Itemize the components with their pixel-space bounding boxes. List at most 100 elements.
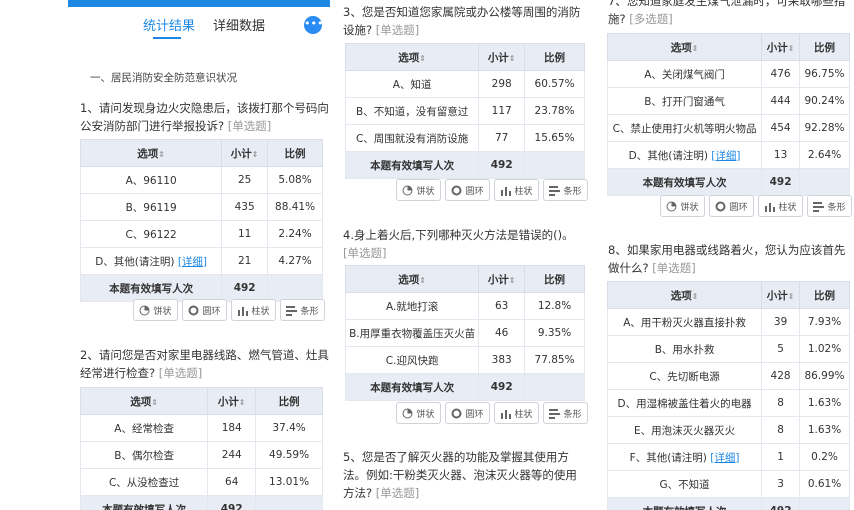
- detail-link[interactable]: [详细]: [710, 452, 739, 464]
- pie-chart-button[interactable]: 饼状: [133, 299, 178, 321]
- table-row: C、先切断电源 428 86.99%: [606, 362, 850, 390]
- sort-icon[interactable]: ⇕: [419, 54, 426, 63]
- total-row: 本题有效填写人次492: [344, 373, 585, 401]
- question-5: 5、您是否了解灭火器的功能及掌握其使用方法。例如:干粉类灭火器、泡沫灭火器等的使…: [343, 448, 588, 502]
- col-header-option[interactable]: 选项⇕: [79, 139, 223, 167]
- table-row: B、不知道，没有留意过 117 23.78%: [344, 97, 585, 125]
- sort-icon[interactable]: ⇕: [419, 276, 426, 285]
- column-2: 3、您是否知道您家属院或办公楼等周围的消防设施? [单选题] 选项⇕ 小计⇕ 比…: [339, 0, 592, 510]
- bar-chart-button[interactable]: 柱状: [758, 195, 803, 217]
- column-3: 7、您知道家庭发生煤气泄漏时，可采取哪些措施? [多选题] 选项⇕ 小计⇕ 比例…: [602, 0, 854, 510]
- result-table-q4: 选项⇕ 小计⇕ 比例 A.就地打滚 63 12.8% B.用厚重衣物覆盖压灭火苗 46…: [344, 265, 585, 401]
- col-header-count[interactable]: 小计⇕: [761, 281, 801, 309]
- col-header-count[interactable]: 小计⇕: [478, 43, 526, 71]
- tab-detail[interactable]: 详细数据: [213, 15, 265, 34]
- question-2: 2、请问您是否对家里电器线路、燃气管道、灶具经常进行检查? [单选题]: [80, 346, 330, 382]
- question-type-tag: [单选题]: [652, 261, 696, 275]
- detail-link[interactable]: [详细]: [178, 256, 207, 268]
- sort-icon[interactable]: ⇕: [509, 276, 516, 285]
- chart-buttons-q7: 饼状 圆环 柱状 条形: [660, 195, 852, 217]
- col-header-option[interactable]: 选项⇕: [344, 43, 480, 71]
- col-header-ratio: 比例: [524, 43, 585, 71]
- sort-icon[interactable]: ⇕: [252, 150, 259, 159]
- col-header-option[interactable]: 选项⇕: [606, 281, 763, 309]
- col-header-ratio: 比例: [267, 139, 323, 167]
- table-row: A、用干粉灭火器直接扑救 39 7.93%: [606, 308, 850, 336]
- question-type-tag: [多选题]: [629, 12, 673, 26]
- sort-icon[interactable]: ⇕: [788, 292, 795, 301]
- ring-chart-icon: [451, 408, 462, 418]
- result-table-q3: 选项⇕ 小计⇕ 比例 A、知道 298 60.57% B、不知道，没有留意过 117 2…: [344, 43, 585, 179]
- pie-chart-button[interactable]: 饼状: [660, 195, 705, 217]
- result-table-q7: 选项⇕ 小计⇕ 比例 A、关闭煤气阀门 476 96.75% B、打开门窗通气 444…: [606, 33, 850, 196]
- sort-icon[interactable]: ⇕: [692, 292, 699, 301]
- question-text: 1、请问发现身边火灾隐患后，该拨打那个号码向公安消防部门进行举报投诉?: [80, 101, 329, 133]
- sort-icon[interactable]: ⇕: [509, 54, 516, 63]
- question-4: 4.身上着火后,下列哪种灭火方法是错误的()。 [单选题]: [343, 226, 588, 262]
- table-row: C、96122 11 2.24%: [79, 220, 323, 248]
- col-header-count[interactable]: 小计⇕: [761, 33, 801, 61]
- sort-icon[interactable]: ⇕: [151, 398, 158, 407]
- question-text: 2、请问您是否对家里电器线路、燃气管道、灶具经常进行检查?: [80, 348, 329, 380]
- bar-chart-button[interactable]: 柱状: [231, 299, 276, 321]
- col-header-count[interactable]: 小计⇕: [207, 387, 257, 415]
- ring-chart-icon: [188, 305, 199, 315]
- table-row: C、从没检查过 64 13.01%: [79, 468, 323, 496]
- col-header-option[interactable]: 选项⇕: [79, 387, 209, 415]
- table-row: B、偶尔检查 244 49.59%: [79, 441, 323, 469]
- table-row: A、关闭煤气阀门 476 96.75%: [606, 60, 850, 88]
- bar-chart-button[interactable]: 柱状: [494, 402, 539, 424]
- question-7: 7、您知道家庭发生煤气泄漏时，可采取哪些措施? [多选题]: [608, 0, 852, 28]
- col-header-option[interactable]: 选项⇕: [606, 33, 763, 61]
- sort-icon[interactable]: ⇕: [158, 150, 165, 159]
- col-header-count[interactable]: 小计⇕: [478, 265, 526, 293]
- col-header-ratio: 比例: [524, 265, 585, 293]
- pie-chart-button[interactable]: 饼状: [396, 179, 441, 201]
- bar-chart-button[interactable]: 柱状: [494, 179, 539, 201]
- table-row: A、96110 25 5.08%: [79, 166, 323, 194]
- table-row: A、知道 298 60.57%: [344, 70, 585, 98]
- tab-stats[interactable]: 统计结果: [143, 15, 195, 34]
- strip-chart-icon: [286, 305, 298, 316]
- pie-chart-icon: [402, 408, 413, 418]
- sort-icon[interactable]: ⇕: [692, 44, 699, 53]
- table-row: D、用湿棉被盖住着火的电器 8 1.63%: [606, 389, 850, 417]
- table-row: C.迎风快跑 383 77.85%: [344, 346, 585, 374]
- strip-chart-icon: [549, 408, 561, 419]
- question-type-tag: [单选题]: [375, 486, 420, 500]
- more-button[interactable]: •••: [304, 16, 323, 34]
- col-header-ratio: 比例: [255, 387, 323, 415]
- table-row: A.就地打滚 63 12.8%: [344, 292, 585, 320]
- pie-chart-button[interactable]: 饼状: [396, 402, 441, 424]
- col-header-count[interactable]: 小计⇕: [221, 139, 269, 167]
- strip-chart-button[interactable]: 条形: [280, 299, 325, 321]
- col-header-ratio: 比例: [799, 33, 850, 61]
- result-tabs: 统计结果 详细数据 •••: [68, 7, 330, 41]
- sort-icon[interactable]: ⇕: [239, 398, 246, 407]
- total-row: 本题有效填写人次492: [606, 497, 850, 510]
- pie-chart-icon: [139, 305, 150, 315]
- strip-chart-icon: [549, 185, 561, 196]
- bar-chart-icon: [501, 186, 512, 196]
- ring-chart-button[interactable]: 圆环: [182, 299, 227, 321]
- ring-chart-button[interactable]: 圆环: [709, 195, 754, 217]
- question-type-tag: [单选题]: [375, 23, 420, 37]
- pie-chart-icon: [666, 201, 677, 211]
- strip-chart-button[interactable]: 条形: [543, 179, 588, 201]
- col-header-option[interactable]: 选项⇕: [344, 265, 480, 293]
- detail-link[interactable]: [详细]: [711, 150, 740, 162]
- ring-chart-button[interactable]: 圆环: [445, 402, 490, 424]
- question-1: 1、请问发现身边火灾隐患后，该拨打那个号码向公安消防部门进行举报投诉? [单选题…: [80, 99, 330, 135]
- question-type-tag: [单选题]: [343, 246, 387, 260]
- question-type-tag: [单选题]: [158, 366, 203, 380]
- ring-chart-button[interactable]: 圆环: [445, 179, 490, 201]
- table-row: C、禁止使用打火机等明火物品 454 92.28%: [606, 114, 850, 142]
- table-row: D、其他(请注明) [详细] 21 4.27%: [79, 247, 323, 275]
- table-row: F、其他(请注明) [详细] 1 0.2%: [606, 443, 850, 471]
- table-row: D、其他(请注明) [详细] 13 2.64%: [606, 141, 850, 169]
- sort-icon[interactable]: ⇕: [788, 44, 795, 53]
- question-text: 4.身上着火后,下列哪种灭火方法是错误的()。: [343, 228, 574, 242]
- strip-chart-button[interactable]: 条形: [543, 402, 588, 424]
- table-row: B、打开门窗通气 444 90.24%: [606, 87, 850, 115]
- strip-chart-button[interactable]: 条形: [807, 195, 852, 217]
